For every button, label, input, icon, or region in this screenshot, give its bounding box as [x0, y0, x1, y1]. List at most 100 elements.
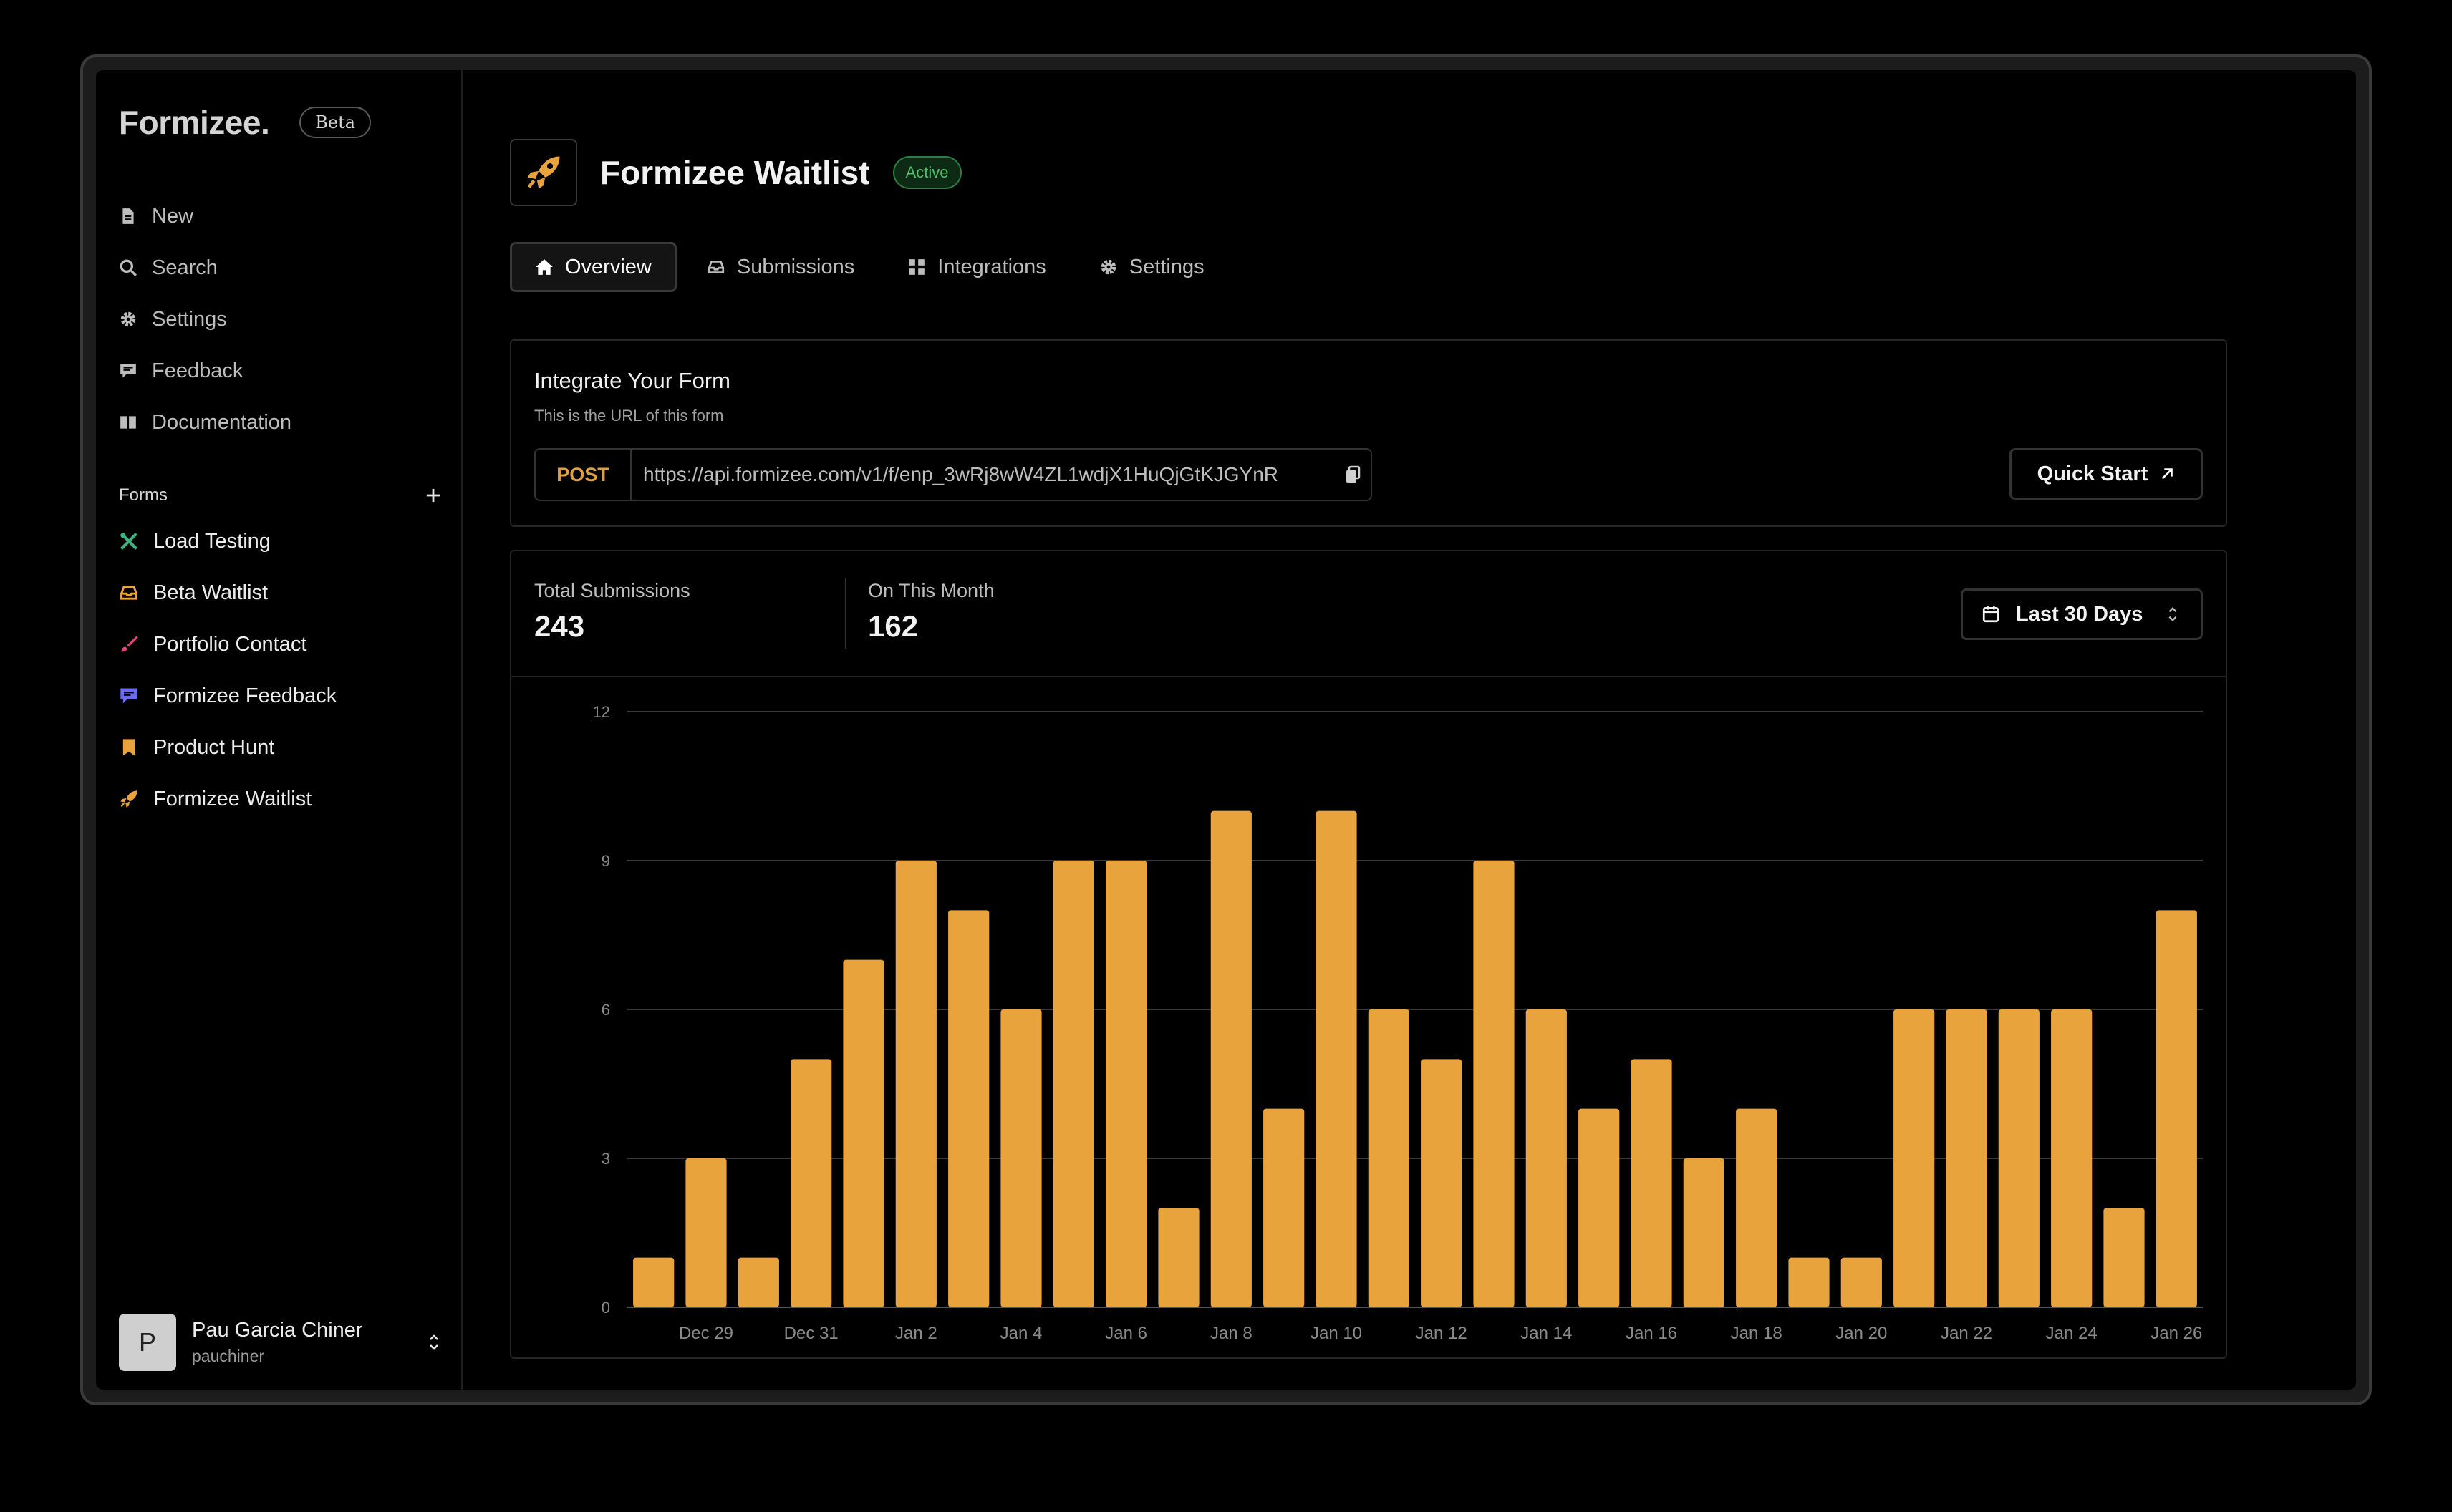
- bar: [1840, 1257, 1882, 1307]
- chevron-up-down-icon[interactable]: [427, 1332, 441, 1352]
- bar: [1473, 861, 1515, 1307]
- integrate-subtitle: This is the URL of this form: [534, 407, 724, 425]
- date-range-select[interactable]: Last 30 Days: [1961, 588, 2203, 640]
- sidebar-form-beta-waitlist[interactable]: Beta Waitlist: [119, 567, 441, 619]
- forms-heading-row: Forms: [119, 485, 441, 505]
- x-tick-label: Jan 24: [2046, 1324, 2098, 1343]
- y-tick-label: 12: [593, 703, 610, 721]
- copy-icon: [1346, 465, 1361, 483]
- sidebar-form-label: Formizee Feedback: [153, 684, 337, 707]
- rocket-icon: [527, 156, 560, 189]
- bar: [685, 1158, 727, 1307]
- avatar: P: [119, 1314, 176, 1371]
- bar: [1525, 1009, 1567, 1307]
- bar: [1263, 1108, 1305, 1307]
- plus-icon[interactable]: [425, 488, 441, 503]
- bar: [633, 1257, 675, 1307]
- stat-this-month: On This Month 162: [868, 580, 995, 644]
- endpoint-url[interactable]: https://api.formizee.com/v1/f/enp_3wRj8w…: [632, 463, 1335, 486]
- calendar-icon: [1982, 606, 1999, 623]
- x-tick-label: Jan 4: [1000, 1324, 1043, 1343]
- x-tick-label: Jan 26: [2151, 1324, 2202, 1343]
- sidebar-form-label: Load Testing: [153, 529, 271, 553]
- chevron-up-down-icon: [2168, 607, 2177, 621]
- chat-icon: [120, 688, 137, 704]
- sidebar-item-settings[interactable]: Settings: [119, 294, 441, 345]
- logo-row: Formizee. Beta: [119, 103, 372, 142]
- analytics-card: Total Submissions 243 On This Month 162 …: [510, 550, 2227, 1359]
- tab-bar: Overview Submissions Integrations Settin…: [510, 242, 1235, 292]
- x-tick-label: Jan 22: [1941, 1324, 1992, 1343]
- sidebar-item-label: Search: [152, 256, 218, 279]
- grid-icon: [909, 259, 925, 275]
- x-tick-label: Jan 14: [1520, 1324, 1572, 1343]
- app-logo[interactable]: Formizee.: [119, 103, 270, 142]
- stat-value: 243: [534, 609, 585, 643]
- bar: [738, 1257, 779, 1307]
- bar: [1998, 1009, 2040, 1307]
- y-tick-label: 9: [602, 852, 610, 870]
- bookmark-icon: [122, 739, 135, 756]
- book-icon: [120, 416, 136, 429]
- sidebar-form-label: Beta Waitlist: [153, 581, 269, 604]
- x-tick-label: Jan 18: [1731, 1324, 1782, 1343]
- bar: [1158, 1208, 1200, 1307]
- sidebar-item-feedback[interactable]: Feedback: [119, 345, 441, 397]
- date-range-label: Last 30 Days: [2016, 602, 2143, 626]
- forms-heading: Forms: [119, 485, 168, 505]
- endpoint-url-field[interactable]: POST https://api.formizee.com/v1/f/enp_3…: [534, 448, 1372, 501]
- gear-icon: [120, 311, 136, 327]
- user-info: Pau Garcia Chiner pauchiner: [192, 1319, 427, 1366]
- sidebar-form-label: Product Hunt: [153, 735, 275, 759]
- bar: [2051, 1009, 2093, 1307]
- home-icon: [536, 259, 553, 275]
- user-menu[interactable]: P Pau Garcia Chiner pauchiner: [119, 1312, 441, 1372]
- sidebar-form-load-testing[interactable]: Load Testing: [119, 515, 441, 567]
- tab-overview[interactable]: Overview: [510, 242, 677, 292]
- copy-button[interactable]: [1335, 465, 1371, 484]
- sidebar-form-portfolio-contact[interactable]: Portfolio Contact: [119, 619, 441, 670]
- bar: [2156, 910, 2197, 1307]
- sidebar-item-label: Documentation: [152, 410, 292, 434]
- y-tick-label: 3: [602, 1150, 610, 1168]
- x-tick-label: Jan 2: [895, 1324, 937, 1343]
- bar: [1946, 1009, 1987, 1307]
- window-frame: Formizee. Beta New Search Settings Feedb…: [80, 54, 2372, 1405]
- y-tick-label: 0: [602, 1299, 610, 1317]
- quick-start-button[interactable]: Quick Start: [2009, 448, 2203, 500]
- x-tick-label: Dec 31: [784, 1324, 839, 1343]
- sidebar-item-search[interactable]: Search: [119, 242, 441, 294]
- stat-total-submissions: Total Submissions 243: [534, 580, 690, 644]
- bar: [948, 910, 990, 1307]
- stat-label: Total Submissions: [534, 580, 690, 601]
- x-tick-label: Jan 10: [1311, 1324, 1362, 1343]
- beta-badge: Beta: [299, 107, 372, 138]
- sidebar-form-product-hunt[interactable]: Product Hunt: [119, 722, 441, 773]
- user-name: Pau Garcia Chiner: [192, 1319, 363, 1342]
- sidebar-form-formizee-waitlist[interactable]: Formizee Waitlist: [119, 773, 441, 825]
- tools-icon: [120, 533, 137, 550]
- tab-submissions[interactable]: Submissions: [684, 242, 877, 292]
- brush-icon: [121, 636, 138, 652]
- bar: [895, 861, 937, 1307]
- integrate-card: Integrate Your Form This is the URL of t…: [510, 339, 2227, 527]
- page-header: Formizee Waitlist Active: [510, 139, 962, 206]
- x-tick-label: Jan 8: [1210, 1324, 1252, 1343]
- sidebar-form-formizee-feedback[interactable]: Formizee Feedback: [119, 670, 441, 722]
- bar: [1421, 1059, 1462, 1307]
- x-tick-label: Dec 29: [679, 1324, 733, 1343]
- stats-row: Total Submissions 243 On This Month 162 …: [511, 551, 2226, 677]
- search-icon: [120, 259, 137, 276]
- tab-settings[interactable]: Settings: [1076, 242, 1227, 292]
- gear-icon: [1101, 259, 1116, 275]
- bar: [1788, 1257, 1830, 1307]
- y-tick-label: 6: [602, 1001, 610, 1019]
- bar: [1053, 861, 1094, 1307]
- sidebar-item-new[interactable]: New: [119, 190, 441, 242]
- sidebar-item-documentation[interactable]: Documentation: [119, 397, 441, 448]
- bar: [843, 959, 884, 1307]
- bar: [1893, 1009, 1935, 1307]
- app-window: Formizee. Beta New Search Settings Feedb…: [96, 70, 2356, 1390]
- bar: [2103, 1208, 2145, 1307]
- tab-integrations[interactable]: Integrations: [884, 242, 1069, 292]
